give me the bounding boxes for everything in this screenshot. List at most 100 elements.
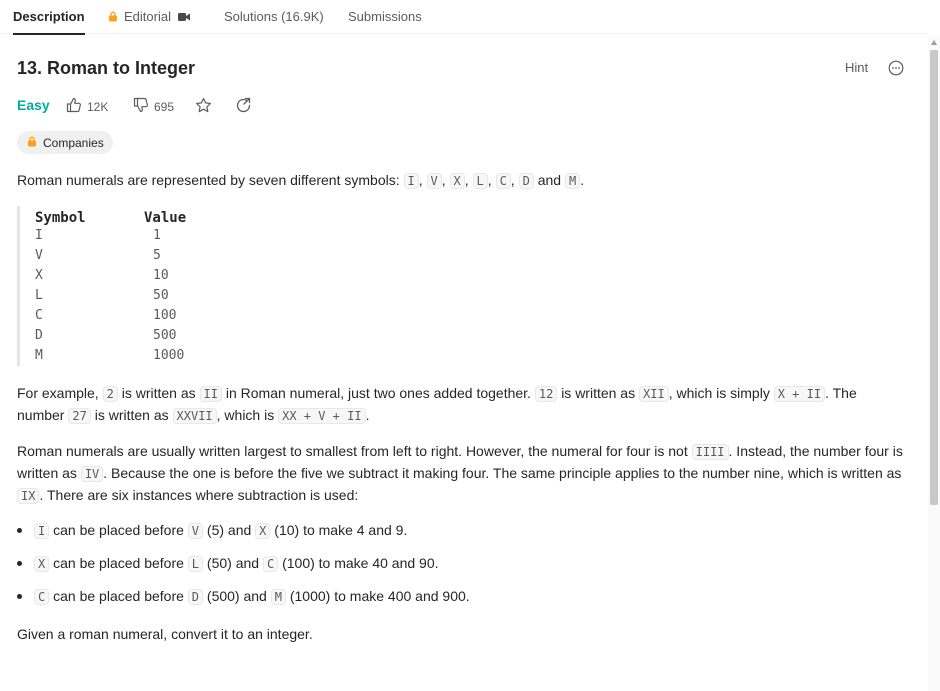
table-cell-value: 50 xyxy=(153,288,169,303)
code-inline: XXVII xyxy=(172,408,217,424)
code-inline: C xyxy=(34,589,50,605)
more-icon[interactable] xyxy=(888,60,904,76)
tab-editorial[interactable]: Editorial xyxy=(108,0,190,34)
text: (50) and xyxy=(206,555,260,571)
text: can be placed before xyxy=(53,588,184,604)
code-inline: I xyxy=(34,523,50,539)
intro-end: . xyxy=(580,172,585,188)
table-cell-symbol: L xyxy=(35,288,43,303)
code-inline: IX xyxy=(17,488,40,504)
list-item: C can be placed before D (500) and M (10… xyxy=(17,586,907,619)
code-inline: IV xyxy=(80,466,104,482)
like-count: 12K xyxy=(87,99,109,114)
scrollbar-thumb[interactable] xyxy=(930,50,938,505)
separator: , xyxy=(418,172,423,188)
subtraction-paragraph: Roman numerals are usually written large… xyxy=(17,441,907,507)
tab-solutions[interactable]: Solutions (16.9K) xyxy=(224,0,324,34)
lock-icon xyxy=(27,136,43,150)
like-button[interactable]: 12K xyxy=(66,97,108,116)
tab-submissions[interactable]: Submissions xyxy=(348,0,422,34)
text: (500) and xyxy=(206,588,267,604)
code-inline: D xyxy=(187,589,204,605)
code-symbol: D xyxy=(518,173,534,189)
text: (100) to make 40 and 90. xyxy=(282,555,439,571)
table-cell-symbol: M xyxy=(35,348,43,363)
thumbs-up-icon xyxy=(66,97,87,116)
code-inline: X xyxy=(34,556,50,572)
intro-and: and xyxy=(537,172,562,188)
text: is written as xyxy=(94,407,169,423)
code-inline: 2 xyxy=(102,386,118,402)
code-inline: XII xyxy=(639,386,669,402)
code-symbol: C xyxy=(495,173,511,189)
table-cell-value: 5 xyxy=(153,248,161,263)
table-header-value: Value xyxy=(144,210,187,226)
text: . There are six instances where subtract… xyxy=(39,487,359,503)
list-item: I can be placed before V (5) and X (10) … xyxy=(17,520,907,553)
example-paragraph: For example, 2 is written as II in Roman… xyxy=(17,383,907,427)
dislike-count: 695 xyxy=(154,99,175,114)
code-symbol: M xyxy=(564,173,581,189)
video-icon xyxy=(177,1,190,35)
code-inline: V xyxy=(187,523,204,539)
scrollbar[interactable] xyxy=(928,36,940,691)
companies-label: Companies xyxy=(43,135,104,150)
tab-description-label: Description xyxy=(13,9,85,24)
hint-button[interactable]: Hint xyxy=(845,60,868,75)
text: , which is xyxy=(216,407,275,423)
problem-title: 13. Roman to Integer xyxy=(17,58,196,78)
code-inline: 12 xyxy=(534,386,558,402)
code-inline: X + II xyxy=(773,386,826,402)
code-inline: L xyxy=(187,556,204,572)
intro-paragraph: Roman numerals are represented by seven … xyxy=(17,170,907,192)
text: is written as xyxy=(561,385,636,401)
table-cell-symbol: X xyxy=(35,268,43,283)
code-symbol: X xyxy=(449,173,465,189)
code-inline: IIII xyxy=(691,444,729,460)
intro-text: Roman numerals are represented by seven … xyxy=(17,172,400,188)
text: can be placed before xyxy=(53,522,184,538)
text: Roman numerals are usually written large… xyxy=(17,443,688,459)
separator: , xyxy=(441,172,446,188)
symbol-value-table: Symbol Value I 1 V 5 X 10 L 50 C 100 D 5… xyxy=(17,206,247,366)
table-cell-value: 1000 xyxy=(153,348,185,363)
table-cell-symbol: I xyxy=(35,228,43,243)
text: For example, xyxy=(17,385,99,401)
text: . Because the one is before the five we … xyxy=(103,465,902,481)
code-symbol: V xyxy=(426,173,442,189)
separator: , xyxy=(464,172,469,188)
tab-bar: Description Editorial Solutions (16.9K) … xyxy=(0,0,928,35)
table-cell-symbol: C xyxy=(35,308,43,323)
separator: , xyxy=(510,172,515,188)
text: in Roman numeral, just two ones added to… xyxy=(225,385,531,401)
table-cell-value: 10 xyxy=(153,268,169,283)
code-inline: X xyxy=(255,523,271,539)
code-inline: XX + V + II xyxy=(278,408,366,424)
code-symbol: L xyxy=(472,173,488,189)
favorite-button[interactable] xyxy=(195,97,217,117)
tab-submissions-label: Submissions xyxy=(348,9,422,24)
table-cell-value: 100 xyxy=(153,308,177,323)
separator: , xyxy=(487,172,492,188)
code-inline: II xyxy=(199,386,222,402)
text: can be placed before xyxy=(53,555,184,571)
companies-tag[interactable]: Companies xyxy=(17,131,113,154)
list-item: X can be placed before L (50) and C (100… xyxy=(17,553,907,586)
thumbs-down-icon xyxy=(133,97,154,116)
dislike-button[interactable]: 695 xyxy=(133,97,174,116)
conclusion-paragraph: Given a roman numeral, convert it to an … xyxy=(17,626,313,642)
star-icon xyxy=(195,97,217,117)
code-inline: M xyxy=(270,589,286,605)
text: (10) to make 4 and 9. xyxy=(274,522,408,538)
difficulty-badge: Easy xyxy=(17,97,50,113)
text: (1000) to make 400 and 900. xyxy=(289,588,470,604)
text: . xyxy=(365,407,370,423)
tab-description[interactable]: Description xyxy=(13,0,85,35)
scroll-up-arrow-icon[interactable] xyxy=(931,40,937,45)
table-cell-symbol: D xyxy=(35,328,43,343)
share-button[interactable] xyxy=(235,97,257,117)
code-symbol: I xyxy=(403,173,419,189)
table-cell-symbol: V xyxy=(35,248,43,263)
tab-solutions-label: Solutions (16.9K) xyxy=(224,9,324,24)
lock-icon xyxy=(108,1,118,35)
